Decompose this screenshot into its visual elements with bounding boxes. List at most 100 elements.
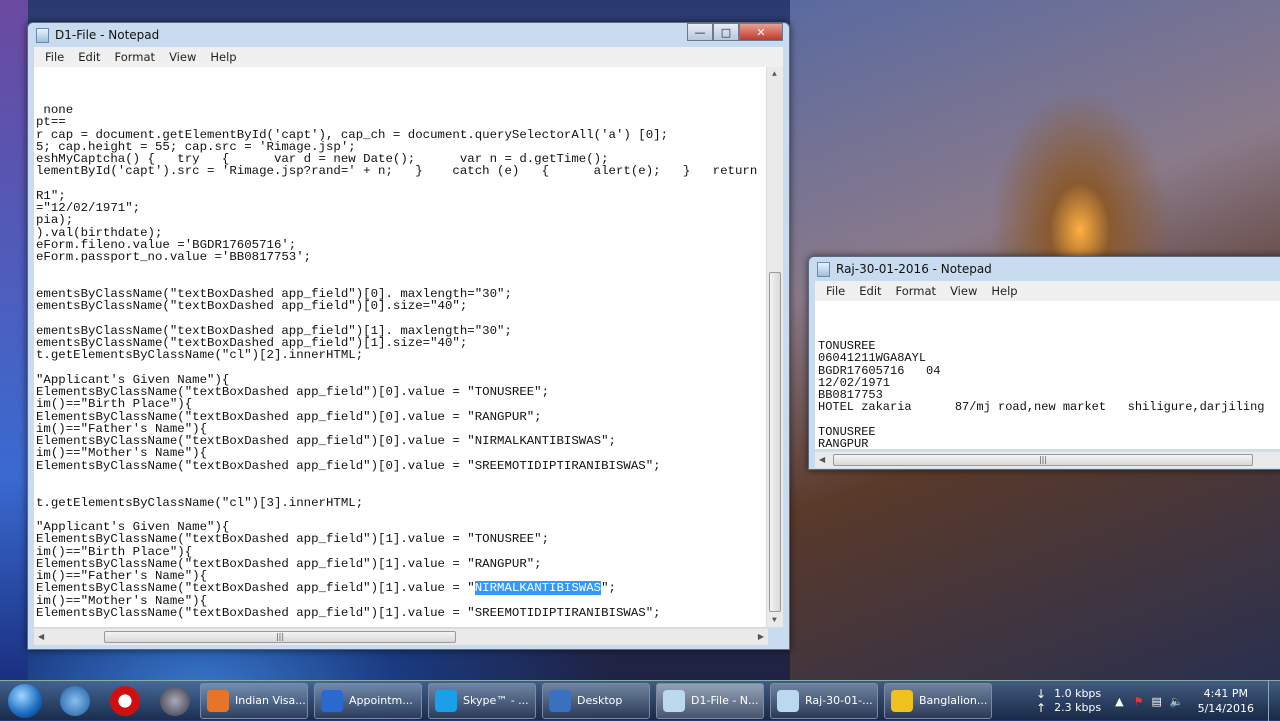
code-line: R1"; <box>36 188 66 203</box>
desktop-wallpaper-left <box>0 0 28 680</box>
menu-bar: File Edit Format View Help <box>34 47 783 67</box>
horizontal-scroll-thumb[interactable]: ||| <box>104 631 456 643</box>
code-line: im()=="Birth Place"){ <box>36 397 193 412</box>
text-line: 12/02/1971 <box>818 375 891 390</box>
text-line: BGDR17605716 04 <box>818 363 941 378</box>
code-line: r cap = document.getElementById('capt'),… <box>36 127 669 142</box>
taskbar-button[interactable]: D1-File - N... <box>656 682 764 719</box>
window-title: D1-File - Notepad <box>55 28 160 42</box>
title-bar[interactable]: D1-File - Notepad — □ ✕ <box>28 23 789 47</box>
taskbar-button[interactable]: Appointm... <box>314 682 422 719</box>
clock-time: 4:41 PM <box>1203 687 1248 700</box>
text-line <box>818 414 1280 426</box>
menu-help[interactable]: Help <box>984 284 1024 298</box>
code-line: ElementsByClassName("textBoxDashed app_f… <box>36 581 783 596</box>
taskbar-button[interactable]: Raj-30-01-... <box>770 682 878 719</box>
taskbar-app-icon <box>891 689 913 712</box>
taskbar-button-label: Desktop <box>577 694 623 707</box>
system-tray: ↓ ↑ 1.0 kbps 2.3 kbps ▲ ⚑ ▤ 🔈 4:41 PM 5/1… <box>1036 681 1280 721</box>
action-center-flag-icon[interactable]: ⚑ <box>1134 695 1144 708</box>
code-line: t.getElementsByClassName("cl")[3].innerH… <box>36 495 364 510</box>
close-button[interactable]: ✕ <box>739 23 783 41</box>
text-editor[interactable]: TONUSREE 06041211WGA8AYL BGDR17605716 04 12… <box>815 301 1280 449</box>
taskbar-app-icon <box>435 689 457 712</box>
text-line: 06041211WGA8AYL <box>818 351 927 366</box>
taskbar-button-label: Appointm... <box>349 694 413 707</box>
text-line: RANGPUR <box>818 437 869 449</box>
minimize-button[interactable]: — <box>687 23 713 41</box>
menu-edit[interactable]: Edit <box>852 284 888 298</box>
show-hidden-icons-button[interactable]: ▲ <box>1115 695 1123 708</box>
maximize-button[interactable]: □ <box>713 23 739 41</box>
code-line: lementById('capt').src = 'Rimage.jsp?ran… <box>36 164 765 179</box>
network-icon[interactable]: ▤ <box>1151 695 1161 708</box>
pinned-app-icon[interactable] <box>60 685 90 716</box>
text-line: HOTEL zakaria 87/mj road,new market shil… <box>818 400 1265 415</box>
code-text: "; <box>601 581 616 596</box>
menu-view[interactable]: View <box>943 284 984 298</box>
notepad-window-raj: Raj-30-01-2016 - Notepad File Edit Format V… <box>808 256 1280 470</box>
clock-date: 5/14/2016 <box>1197 702 1254 715</box>
code-line: ElementsByClassName("textBoxDashed app_f… <box>36 532 550 547</box>
notepad-window-d1-file: D1-File - Notepad — □ ✕ File Edit Format Vi… <box>27 22 790 650</box>
menu-format[interactable]: Format <box>108 50 163 64</box>
code-line: eForm.passport_no.value ='BB0817753'; <box>36 250 312 265</box>
text-editor[interactable]: none pt== r cap = document.getElementById(… <box>34 67 783 627</box>
vertical-scroll-thumb[interactable] <box>769 272 781 612</box>
net-upload-speed: 2.3 kbps <box>1054 701 1102 714</box>
volume-icon[interactable]: 🔈 <box>1170 695 1184 708</box>
taskbar-button[interactable]: Skype™ - ... <box>428 682 536 719</box>
horizontal-scrollbar[interactable]: ◀ ||| <box>815 451 1280 468</box>
horizontal-scrollbar[interactable]: ◀ ||| ▶ <box>34 628 768 645</box>
opera-icon[interactable] <box>110 685 140 716</box>
code-line: ElementsByClassName("textBoxDashed app_f… <box>36 605 661 620</box>
taskbar: Indian Visa... Appointm... Skype™ - ... Des… <box>0 680 1280 721</box>
clock[interactable]: 4:41 PM 5/14/2016 <box>1198 686 1254 716</box>
horizontal-scroll-thumb[interactable]: ||| <box>833 454 1253 466</box>
code-line: im()=="Birth Place"){ <box>36 544 193 559</box>
menu-file[interactable]: File <box>38 50 71 64</box>
taskbar-app-icon <box>663 689 685 712</box>
show-desktop-button[interactable] <box>1268 681 1280 721</box>
vertical-scrollbar[interactable]: ▲ ▼ <box>766 67 783 627</box>
selected-text[interactable]: NIRMALKANTIBISWAS <box>474 581 602 596</box>
text-line: TONUSREE <box>818 424 876 439</box>
code-line: ementsByClassName("textBoxDashed app_fie… <box>36 299 468 314</box>
menu-help[interactable]: Help <box>203 50 243 64</box>
taskbar-button[interactable]: Indian Visa... <box>200 682 308 719</box>
window-title: Raj-30-01-2016 - Notepad <box>836 262 992 276</box>
taskbar-button-label: Banglalion... <box>919 694 988 707</box>
taskbar-app-icon <box>321 689 343 712</box>
menu-format[interactable]: Format <box>889 284 944 298</box>
notepad-icon <box>36 27 49 43</box>
menu-bar: File Edit Format View Help <box>815 281 1280 301</box>
menu-view[interactable]: View <box>162 50 203 64</box>
menu-file[interactable]: File <box>819 284 852 298</box>
net-download-speed: 1.0 kbps <box>1054 687 1102 700</box>
taskbar-app-icon <box>777 689 799 712</box>
taskbar-button-label: Indian Visa... <box>235 694 306 707</box>
pinned-globe-icon[interactable] <box>160 685 190 716</box>
taskbar-button[interactable]: Desktop <box>542 682 650 719</box>
title-bar[interactable]: Raj-30-01-2016 - Notepad <box>809 257 1280 281</box>
code-line: none <box>36 103 74 117</box>
code-line: ElementsByClassName("textBoxDashed app_f… <box>36 458 661 473</box>
code-line: t.getElementsByClassName("cl")[2].innerH… <box>36 348 364 363</box>
start-button[interactable] <box>8 683 42 718</box>
taskbar-app-icon <box>207 689 229 712</box>
taskbar-button-label: Raj-30-01-... <box>805 694 873 707</box>
taskbar-button[interactable]: Banglalion... <box>884 682 992 719</box>
taskbar-app-icon <box>549 689 571 712</box>
network-arrows-icon: ↓ ↑ <box>1036 687 1047 715</box>
notepad-icon <box>817 261 830 277</box>
code-line: pia); <box>36 213 74 228</box>
code-line: ="12/02/1971"; <box>36 201 141 216</box>
menu-edit[interactable]: Edit <box>71 50 107 64</box>
code-line: im()=="Mother's Name"){ <box>36 446 208 461</box>
